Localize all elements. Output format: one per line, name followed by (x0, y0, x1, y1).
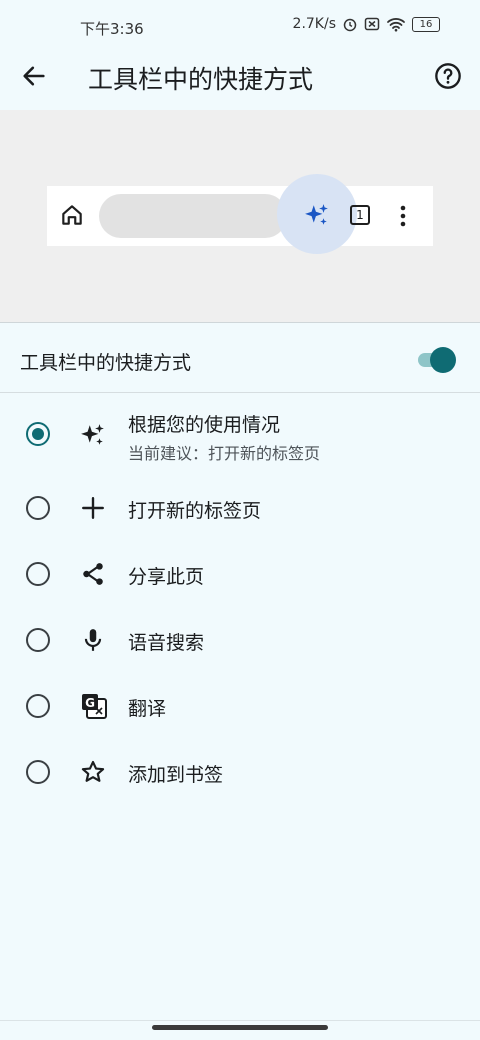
app-bar: 工具栏中的快捷方式 (0, 48, 480, 104)
toolbar-preview: 1 (0, 110, 480, 322)
wifi-icon (387, 18, 405, 32)
option-label: 添加到书签 (128, 764, 224, 786)
plus-icon (82, 497, 104, 519)
sparkle-icon (81, 424, 104, 445)
share-icon (83, 563, 103, 585)
home-icon (62, 205, 82, 225)
network-speed: 2.7K/s (292, 16, 336, 32)
translate-icon: G (82, 694, 107, 719)
option-new-tab[interactable]: 打开新的标签页 (0, 478, 480, 538)
option-label: 根据您的使用情况 (128, 414, 281, 436)
option-voice-search[interactable]: 语音搜索 (0, 610, 480, 670)
more-menu-icon (400, 205, 406, 227)
mic-icon (84, 629, 102, 651)
home-indicator[interactable] (152, 1025, 328, 1030)
option-label: 翻译 (128, 698, 167, 720)
back-arrow-icon[interactable] (20, 62, 48, 90)
shortcut-switch[interactable] (418, 347, 456, 373)
option-share[interactable]: 分享此页 (0, 544, 480, 604)
page-title: 工具栏中的快捷方式 (88, 65, 314, 94)
radio-button[interactable] (26, 496, 50, 520)
option-subtitle: 当前建议：打开新的标签页 (128, 444, 321, 463)
option-label: 语音搜索 (128, 632, 205, 654)
option-translate[interactable]: G 翻译 (0, 676, 480, 736)
shortcut-toggle-row[interactable]: 工具栏中的快捷方式 (0, 330, 480, 388)
tab-switcher-icon: 1 (350, 205, 370, 225)
option-label: 分享此页 (128, 566, 205, 588)
switch-thumb (430, 347, 456, 373)
alarm-icon (343, 18, 357, 32)
toggle-label: 工具栏中的快捷方式 (20, 352, 192, 374)
radio-button-selected[interactable] (26, 422, 50, 446)
status-icons: 2.7K/s 16 (293, 16, 440, 32)
radio-button[interactable] (26, 628, 50, 652)
dnd-icon (364, 17, 380, 31)
battery-icon: 16 (412, 16, 440, 32)
sparkle-icon (305, 204, 328, 225)
option-label: 打开新的标签页 (128, 500, 262, 522)
radio-button[interactable] (26, 562, 50, 586)
option-usage-based[interactable]: 根据您的使用情况 当前建议：打开新的标签页 (0, 404, 480, 468)
radio-button[interactable] (26, 760, 50, 784)
omnibox-placeholder (99, 194, 287, 238)
help-icon[interactable] (434, 62, 462, 90)
radio-button[interactable] (26, 694, 50, 718)
section-divider (0, 392, 480, 393)
star-icon (81, 760, 105, 782)
nav-divider (0, 1020, 480, 1021)
svg-text:G: G (85, 696, 95, 710)
toolbar-mock: 1 (47, 174, 433, 254)
option-add-bookmark[interactable]: 添加到书签 (0, 742, 480, 802)
status-time: 下午3:36 (80, 20, 144, 38)
preview-divider (0, 322, 480, 323)
